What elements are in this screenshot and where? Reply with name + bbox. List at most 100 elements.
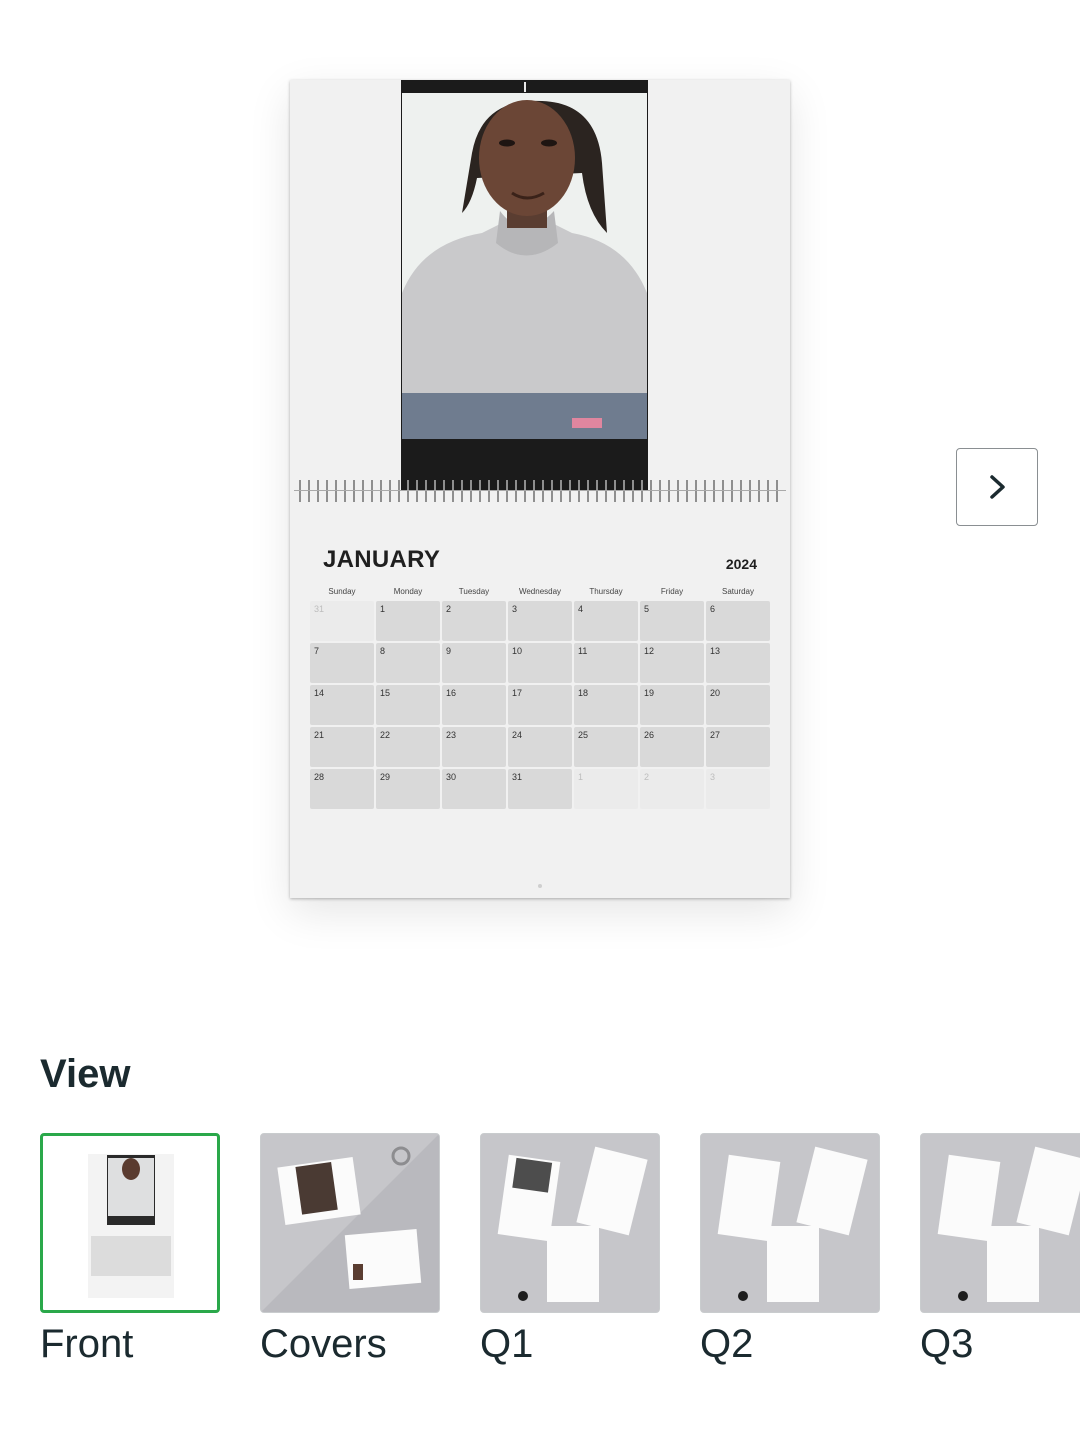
day-cell: 15 bbox=[376, 685, 440, 725]
day-number: 2 bbox=[644, 772, 650, 782]
day-number: 26 bbox=[644, 730, 655, 740]
day-number: 9 bbox=[446, 646, 452, 656]
calendar-photo bbox=[402, 93, 647, 439]
thumb-q3[interactable]: Q3 bbox=[920, 1133, 1080, 1365]
next-image-button[interactable] bbox=[956, 448, 1038, 526]
day-number: 10 bbox=[512, 646, 523, 656]
thumb-image bbox=[40, 1133, 220, 1313]
day-cell: 12 bbox=[640, 643, 704, 683]
day-number: 15 bbox=[380, 688, 391, 698]
day-cell: 31 bbox=[508, 769, 572, 809]
day-cell: 24 bbox=[508, 727, 572, 767]
day-number: 20 bbox=[710, 688, 721, 698]
day-cell: 16 bbox=[442, 685, 506, 725]
day-cell: 1 bbox=[574, 769, 638, 809]
view-thumbnails: Front Covers Q1 Q2 Q3 bbox=[40, 1133, 1080, 1365]
day-cell: 17 bbox=[508, 685, 572, 725]
day-number: 12 bbox=[644, 646, 655, 656]
page-dot bbox=[538, 884, 542, 888]
thumb-label: Q3 bbox=[920, 1322, 974, 1366]
thumb-q1[interactable]: Q1 bbox=[480, 1133, 660, 1365]
day-number: 30 bbox=[446, 772, 457, 782]
day-cell: 25 bbox=[574, 727, 638, 767]
day-number: 31 bbox=[314, 604, 325, 614]
day-number: 18 bbox=[578, 688, 589, 698]
month-name: JANUARY bbox=[323, 546, 441, 573]
day-number: 11 bbox=[578, 646, 588, 656]
day-number: 25 bbox=[578, 730, 589, 740]
day-number: 3 bbox=[710, 772, 716, 782]
weekday-label: Tuesday bbox=[458, 587, 490, 596]
day-number: 14 bbox=[314, 688, 325, 698]
day-number: 4 bbox=[578, 604, 584, 614]
day-cell: 18 bbox=[574, 685, 638, 725]
photo-frame bbox=[401, 80, 648, 490]
day-number: 8 bbox=[380, 646, 386, 656]
day-number: 7 bbox=[314, 646, 320, 656]
weekday-label: Wednesday bbox=[518, 587, 562, 596]
spiral-wire bbox=[294, 490, 786, 491]
weekday-label: Monday bbox=[393, 587, 423, 596]
day-cell: 30 bbox=[442, 769, 506, 809]
day-cell: 22 bbox=[376, 727, 440, 767]
hanger-hole bbox=[524, 82, 526, 92]
day-cell: 5 bbox=[640, 601, 704, 641]
day-number: 6 bbox=[710, 604, 716, 614]
day-number: 19 bbox=[644, 688, 655, 698]
thumb-label: Q1 bbox=[480, 1322, 534, 1366]
weekday-label: Thursday bbox=[589, 587, 623, 596]
day-cell: 14 bbox=[310, 685, 374, 725]
day-cell: 13 bbox=[706, 643, 770, 683]
day-number: 17 bbox=[512, 688, 523, 698]
day-cell: 7 bbox=[310, 643, 374, 683]
day-cell: 23 bbox=[442, 727, 506, 767]
day-grid: 31 1 2 3 4 5 6 7 8 9 10 11 12 13 14 15 16 17 18 19 20 21 22 23 2… bbox=[310, 601, 770, 809]
thumb-image bbox=[260, 1133, 440, 1313]
thumb-covers[interactable]: Covers bbox=[260, 1133, 440, 1365]
day-cell: 21 bbox=[310, 727, 374, 767]
day-number: 1 bbox=[380, 604, 386, 614]
view-heading: View bbox=[40, 1052, 131, 1096]
day-cell: 2 bbox=[442, 601, 506, 641]
day-cell: 8 bbox=[376, 643, 440, 683]
year-label: 2024 bbox=[725, 556, 757, 572]
day-cell: 29 bbox=[376, 769, 440, 809]
day-cell: 3 bbox=[508, 601, 572, 641]
day-number: 29 bbox=[380, 772, 391, 782]
weekday-label: Friday bbox=[660, 587, 684, 596]
day-cell: 2 bbox=[640, 769, 704, 809]
day-number: 5 bbox=[644, 604, 650, 614]
day-cell: 28 bbox=[310, 769, 374, 809]
day-cell: 26 bbox=[640, 727, 704, 767]
day-number: 28 bbox=[314, 772, 325, 782]
day-cell: 27 bbox=[706, 727, 770, 767]
day-number: 27 bbox=[710, 730, 721, 740]
day-cell: 9 bbox=[442, 643, 506, 683]
thumb-image bbox=[480, 1133, 660, 1313]
thumb-label: Q2 bbox=[700, 1322, 754, 1366]
day-number: 24 bbox=[512, 730, 523, 740]
day-cell: 3 bbox=[706, 769, 770, 809]
day-number: 3 bbox=[512, 604, 518, 614]
thumb-label: Front bbox=[40, 1322, 134, 1366]
day-cell: 10 bbox=[508, 643, 572, 683]
day-cell: 19 bbox=[640, 685, 704, 725]
thumb-label: Covers bbox=[260, 1322, 387, 1366]
weekday-header: Sunday Monday Tuesday Wednesday Thursday… bbox=[310, 587, 770, 596]
thumb-q2[interactable]: Q2 bbox=[700, 1133, 880, 1365]
thumb-front[interactable]: Front bbox=[40, 1133, 220, 1365]
day-cell: 4 bbox=[574, 601, 638, 641]
spiral-binding bbox=[296, 480, 784, 502]
weekday-label: Sunday bbox=[328, 587, 356, 596]
thumb-image bbox=[700, 1133, 880, 1313]
day-number: 31 bbox=[512, 772, 523, 782]
day-number: 16 bbox=[446, 688, 457, 698]
day-cell: 11 bbox=[574, 643, 638, 683]
weekday-label: Saturday bbox=[721, 587, 755, 596]
calendar-preview: JANUARY 2024 Sunday Monday Tuesday Wedne… bbox=[290, 80, 790, 898]
chevron-right-icon bbox=[990, 475, 1005, 499]
day-number: 21 bbox=[314, 730, 325, 740]
thumb-image bbox=[920, 1133, 1080, 1313]
day-number: 2 bbox=[446, 604, 452, 614]
day-cell: 1 bbox=[376, 601, 440, 641]
